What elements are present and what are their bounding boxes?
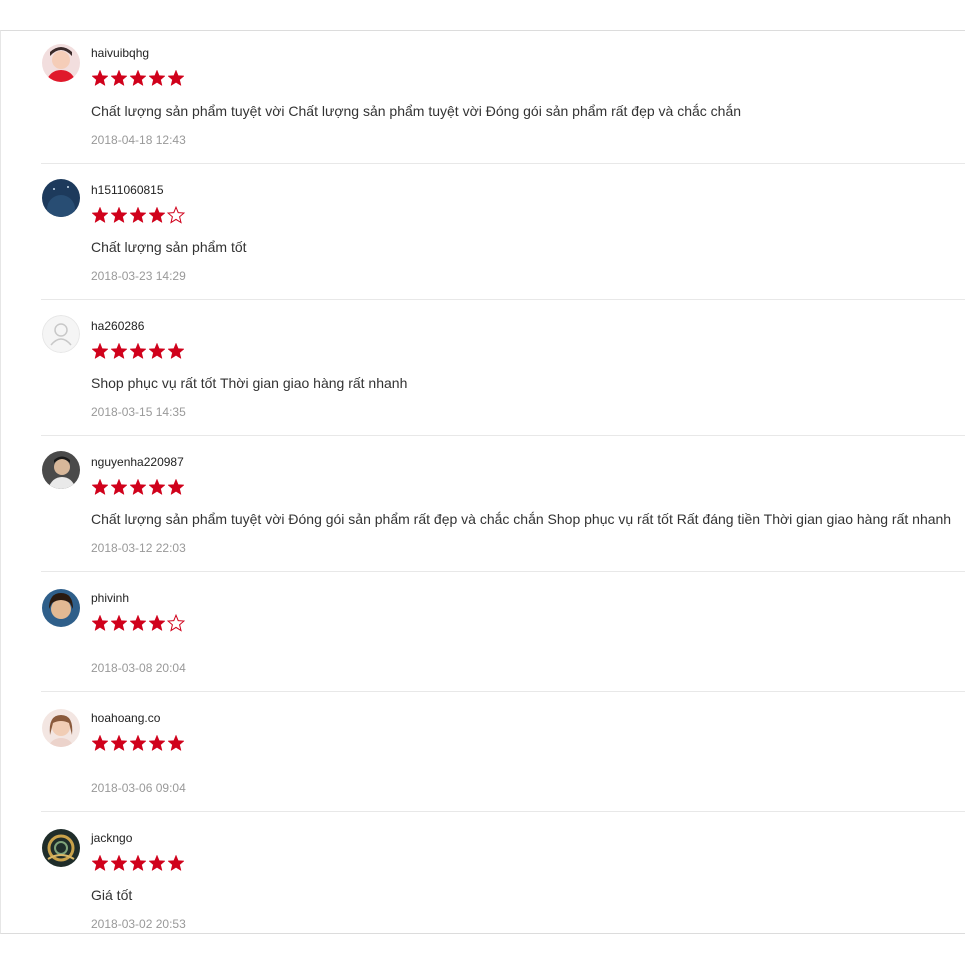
user-avatar[interactable] (42, 589, 80, 627)
star-filled-icon (129, 478, 147, 496)
star-filled-icon (91, 854, 109, 872)
star-filled-icon (110, 614, 128, 632)
review-item: h1511060815 Chất lượng sản phẩm tốt 2018… (41, 164, 965, 300)
review-comment: Shop phục vụ rất tốt Thời gian giao hàng… (91, 375, 408, 391)
star-empty-icon (167, 614, 185, 632)
star-filled-icon (129, 342, 147, 360)
star-filled-icon (148, 854, 166, 872)
review-username[interactable]: ha260286 (91, 319, 144, 333)
star-filled-icon (110, 206, 128, 224)
star-filled-icon (167, 69, 185, 87)
star-filled-icon (167, 854, 185, 872)
star-filled-icon (110, 854, 128, 872)
review-username[interactable]: haivuibqhg (91, 46, 149, 60)
star-filled-icon (129, 69, 147, 87)
user-avatar[interactable] (42, 44, 80, 82)
review-comment: Chất lượng sản phẩm tốt (91, 239, 247, 255)
review-username[interactable]: nguyenha220987 (91, 455, 184, 469)
star-filled-icon (91, 614, 109, 632)
reviews-panel: haivuibqhg Chất lượng sản phẩm tuyệt vời… (0, 30, 965, 934)
star-filled-icon (110, 69, 128, 87)
star-filled-icon (148, 342, 166, 360)
star-filled-icon (167, 478, 185, 496)
star-filled-icon (91, 69, 109, 87)
star-filled-icon (148, 69, 166, 87)
review-comment: Giá tốt (91, 887, 133, 903)
review-item: ha260286 Shop phục vụ rất tốt Thời gian … (41, 300, 965, 436)
review-username[interactable]: phivinh (91, 591, 129, 605)
review-username[interactable]: jackngo (91, 831, 132, 845)
rating-stars (91, 478, 185, 496)
star-filled-icon (91, 478, 109, 496)
review-date: 2018-03-15 14:35 (91, 405, 186, 419)
review-date: 2018-03-12 22:03 (91, 541, 186, 555)
star-filled-icon (110, 478, 128, 496)
review-item: haivuibqhg Chất lượng sản phẩm tuyệt vời… (41, 31, 965, 164)
star-filled-icon (110, 342, 128, 360)
star-filled-icon (148, 478, 166, 496)
review-item: nguyenha220987 Chất lượng sản phẩm tuyệt… (41, 436, 965, 572)
review-item: hoahoang.co 2018-03-06 09:04 (41, 692, 965, 812)
star-filled-icon (91, 734, 109, 752)
star-filled-icon (167, 342, 185, 360)
review-username[interactable]: h1511060815 (91, 183, 164, 197)
review-username[interactable]: hoahoang.co (91, 711, 160, 725)
review-date: 2018-03-06 09:04 (91, 781, 186, 795)
review-item: jackngo Giá tốt 2018-03-02 20:53 (41, 812, 965, 934)
star-filled-icon (129, 206, 147, 224)
review-comment: Chất lượng sản phẩm tuyệt vời Chất lượng… (91, 103, 742, 119)
user-avatar[interactable] (42, 709, 80, 747)
star-filled-icon (91, 342, 109, 360)
user-avatar[interactable] (42, 451, 80, 489)
star-filled-icon (148, 206, 166, 224)
rating-stars (91, 69, 185, 87)
rating-stars (91, 614, 185, 632)
star-filled-icon (91, 206, 109, 224)
user-avatar[interactable] (42, 315, 80, 353)
rating-stars (91, 342, 185, 360)
star-filled-icon (129, 854, 147, 872)
rating-stars (91, 734, 185, 752)
rating-stars (91, 206, 185, 224)
star-filled-icon (110, 734, 128, 752)
star-filled-icon (148, 734, 166, 752)
star-empty-icon (167, 206, 185, 224)
user-avatar[interactable] (42, 179, 80, 217)
review-item: phivinh 2018-03-08 20:04 (41, 572, 965, 692)
review-date: 2018-03-02 20:53 (91, 917, 186, 931)
rating-stars (91, 854, 185, 872)
review-date: 2018-03-23 14:29 (91, 269, 186, 283)
review-date: 2018-04-18 12:43 (91, 133, 186, 147)
user-avatar[interactable] (42, 829, 80, 867)
star-filled-icon (129, 734, 147, 752)
review-comment: Chất lượng sản phẩm tuyệt vời Đóng gói s… (91, 511, 952, 527)
star-filled-icon (167, 734, 185, 752)
star-filled-icon (148, 614, 166, 632)
review-date: 2018-03-08 20:04 (91, 661, 186, 675)
star-filled-icon (129, 614, 147, 632)
